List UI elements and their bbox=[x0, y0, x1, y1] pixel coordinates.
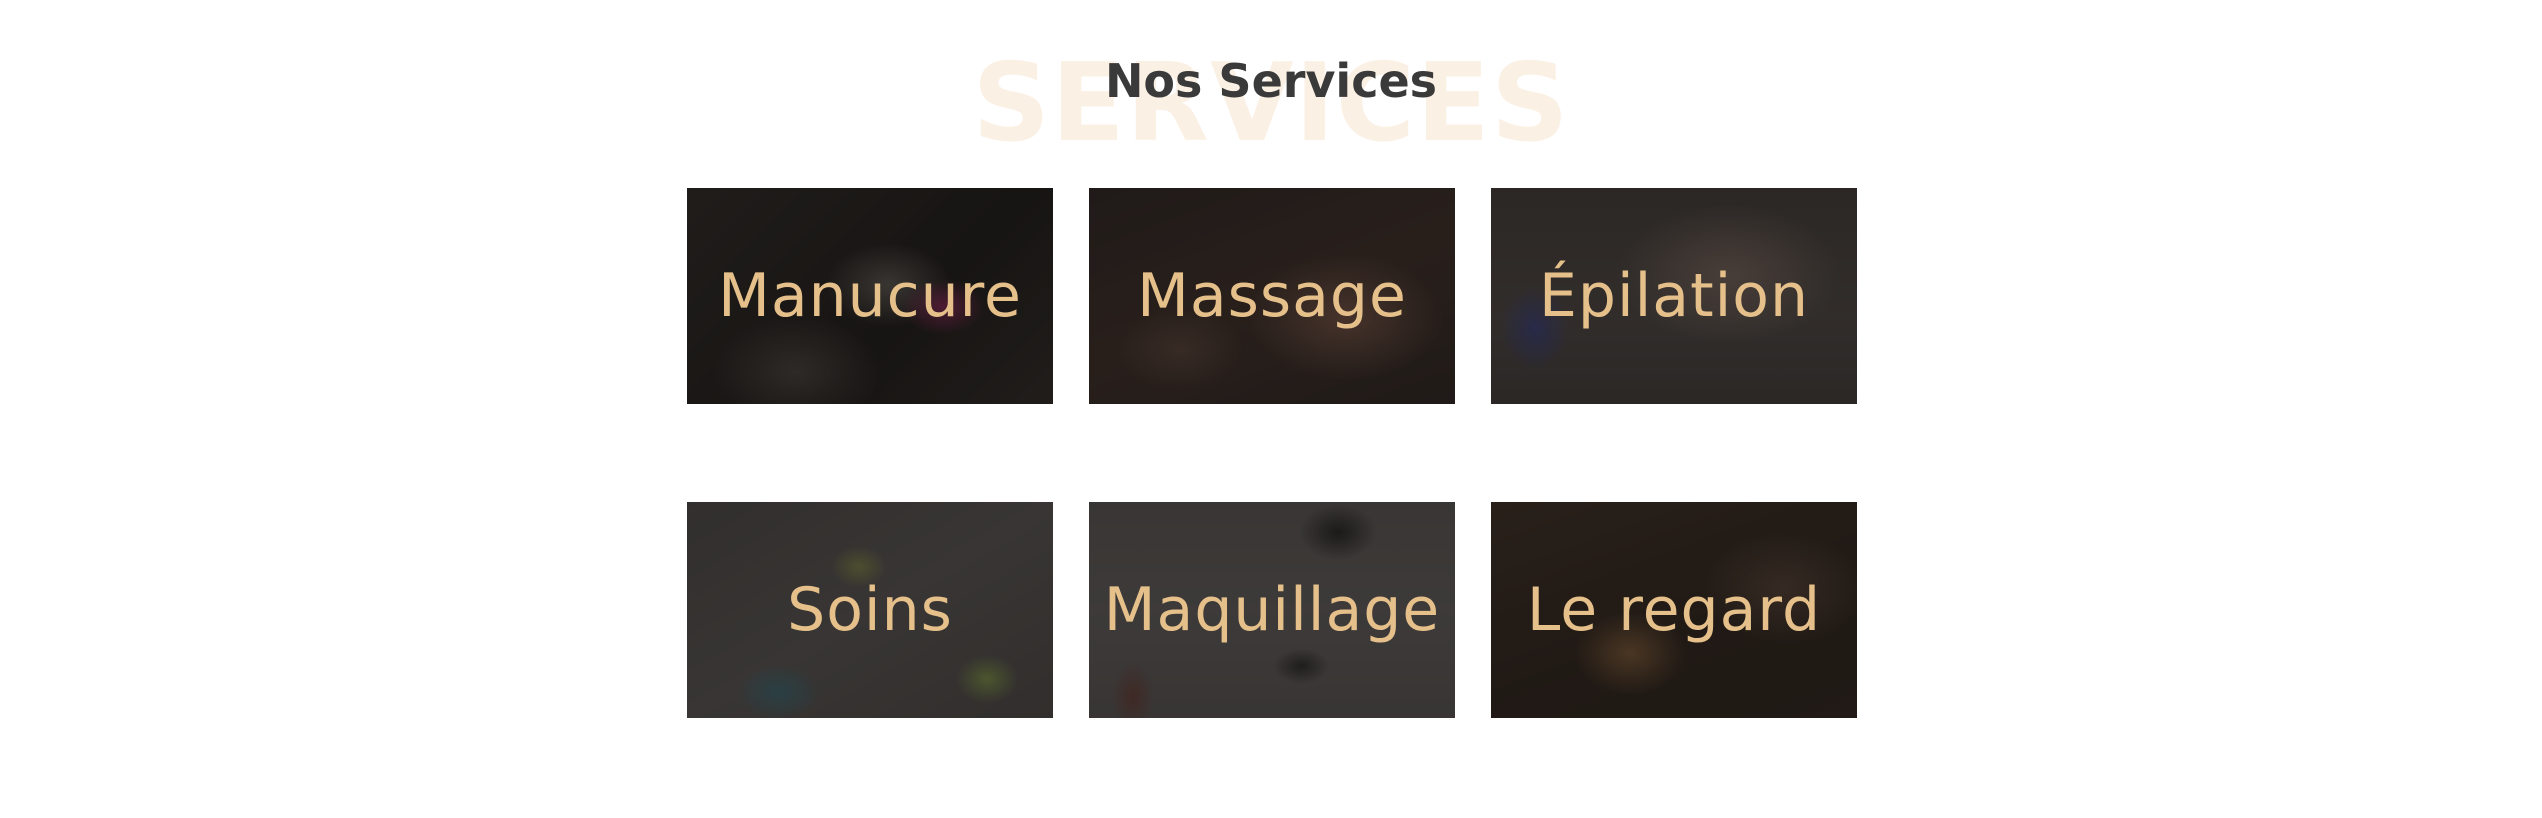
service-card-label: Massage bbox=[1137, 261, 1407, 331]
service-card-label: Le regard bbox=[1526, 575, 1822, 645]
service-card-soins[interactable]: Soins bbox=[687, 502, 1053, 718]
services-page: SERVICES Nos Services Manucure Massage É… bbox=[0, 0, 2542, 818]
section-header: SERVICES Nos Services bbox=[0, 30, 2542, 160]
service-card-manucure[interactable]: Manucure bbox=[687, 188, 1053, 404]
service-card-le-regard[interactable]: Le regard bbox=[1491, 502, 1857, 718]
section-title: Nos Services bbox=[1104, 54, 1438, 108]
service-card-maquillage[interactable]: Maquillage bbox=[1089, 502, 1455, 718]
services-grid: Manucure Massage Épilation Soins Maquill… bbox=[687, 188, 1857, 718]
service-card-label: Manucure bbox=[718, 261, 1022, 331]
service-card-label: Maquillage bbox=[1103, 575, 1441, 645]
service-card-label: Épilation bbox=[1538, 261, 1810, 331]
service-card-massage[interactable]: Massage bbox=[1089, 188, 1455, 404]
service-card-epilation[interactable]: Épilation bbox=[1491, 188, 1857, 404]
service-card-label: Soins bbox=[787, 575, 953, 645]
